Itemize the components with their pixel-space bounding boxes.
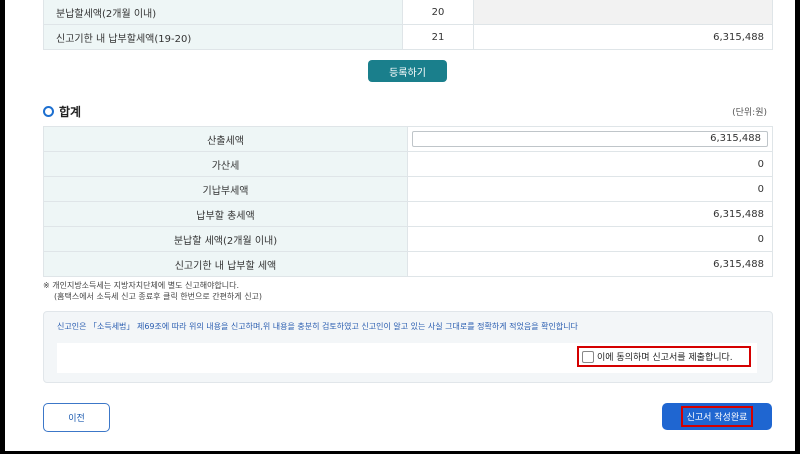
table-row: 분납할세액(2개월 이내) 20 (43, 0, 773, 25)
table-row: 가산세 0 (43, 151, 773, 177)
table-row: 분납할 세액(2개월 이내) 0 (43, 226, 773, 252)
register-button[interactable]: 등록하기 (368, 60, 447, 82)
unit-label: (단위:원) (732, 108, 767, 118)
calculated-tax-input[interactable]: 6,315,488 (412, 131, 768, 147)
circle-bullet-icon (43, 106, 54, 117)
prev-button[interactable]: 이전 (43, 403, 110, 432)
row-label: 가산세 (43, 151, 408, 177)
declaration-text: 신고인은 「소득세법」 제69조에 따라 위의 내용을 신고하며,위 내용을 충… (57, 322, 578, 331)
summary-table: 산출세액 6,315,488 가산세 0 기납부세액 0 납부할 총세액 6,3… (43, 126, 773, 277)
row-label: 신고기한 내 납부할세액(19-20) (43, 24, 403, 50)
table-row: 신고기한 내 납부할 세액 6,315,488 (43, 251, 773, 277)
note-line: ※ 개인지방소득세는 지방자치단체에 별도 신고해야합니다. (43, 281, 240, 290)
row-label: 기납부세액 (43, 176, 408, 202)
tax-return-page: 분납할세액(2개월 이내) 20 신고기한 내 납부할세액(19-20) 21 … (5, 0, 795, 451)
complete-button-label: 신고서 작성완료 (680, 406, 754, 427)
row-value: 6,315,488 (473, 24, 773, 50)
notes: ※ 개인지방소득세는 지방자치단체에 별도 신고해야합니다. (홈택스에서 소득… (43, 280, 262, 302)
row-value: 0 (407, 176, 773, 202)
row-value: 6,315,488 (407, 201, 773, 227)
row-label: 분납할세액(2개월 이내) (43, 0, 403, 25)
row-value-field[interactable] (473, 0, 773, 25)
table-row: 신고기한 내 납부할세액(19-20) 21 6,315,488 (43, 24, 773, 50)
table-row: 기납부세액 0 (43, 176, 773, 202)
agree-text: 이에 동의하며 신고서를 제출합니다. (597, 353, 733, 363)
row-label: 신고기한 내 납부할 세액 (43, 251, 408, 277)
row-label: 산출세액 (43, 126, 408, 152)
row-label: 납부할 총세액 (43, 201, 408, 227)
row-value-cell: 6,315,488 (407, 126, 773, 152)
agree-checkbox[interactable] (582, 350, 594, 363)
top-tax-table: 분납할세액(2개월 이내) 20 신고기한 내 납부할세액(19-20) 21 … (43, 0, 773, 50)
row-value: 6,315,488 (407, 251, 773, 277)
agree-checkbox-label[interactable]: 이에 동의하며 신고서를 제출합니다. (577, 346, 751, 367)
table-row: 산출세액 6,315,488 (43, 126, 773, 152)
row-number: 21 (402, 24, 474, 50)
row-value: 0 (407, 226, 773, 252)
summary-title: 합계 (59, 105, 82, 119)
summary-heading: 합계 (43, 103, 81, 120)
row-number: 20 (402, 0, 474, 25)
row-label: 분납할 세액(2개월 이내) (43, 226, 408, 252)
complete-button[interactable]: 신고서 작성완료 (662, 403, 772, 430)
row-value: 0 (407, 151, 773, 177)
table-row: 납부할 총세액 6,315,488 (43, 201, 773, 227)
note-line: (홈택스에서 소득세 신고 종료후 클릭 한번으로 간편하게 신고) (54, 292, 263, 301)
